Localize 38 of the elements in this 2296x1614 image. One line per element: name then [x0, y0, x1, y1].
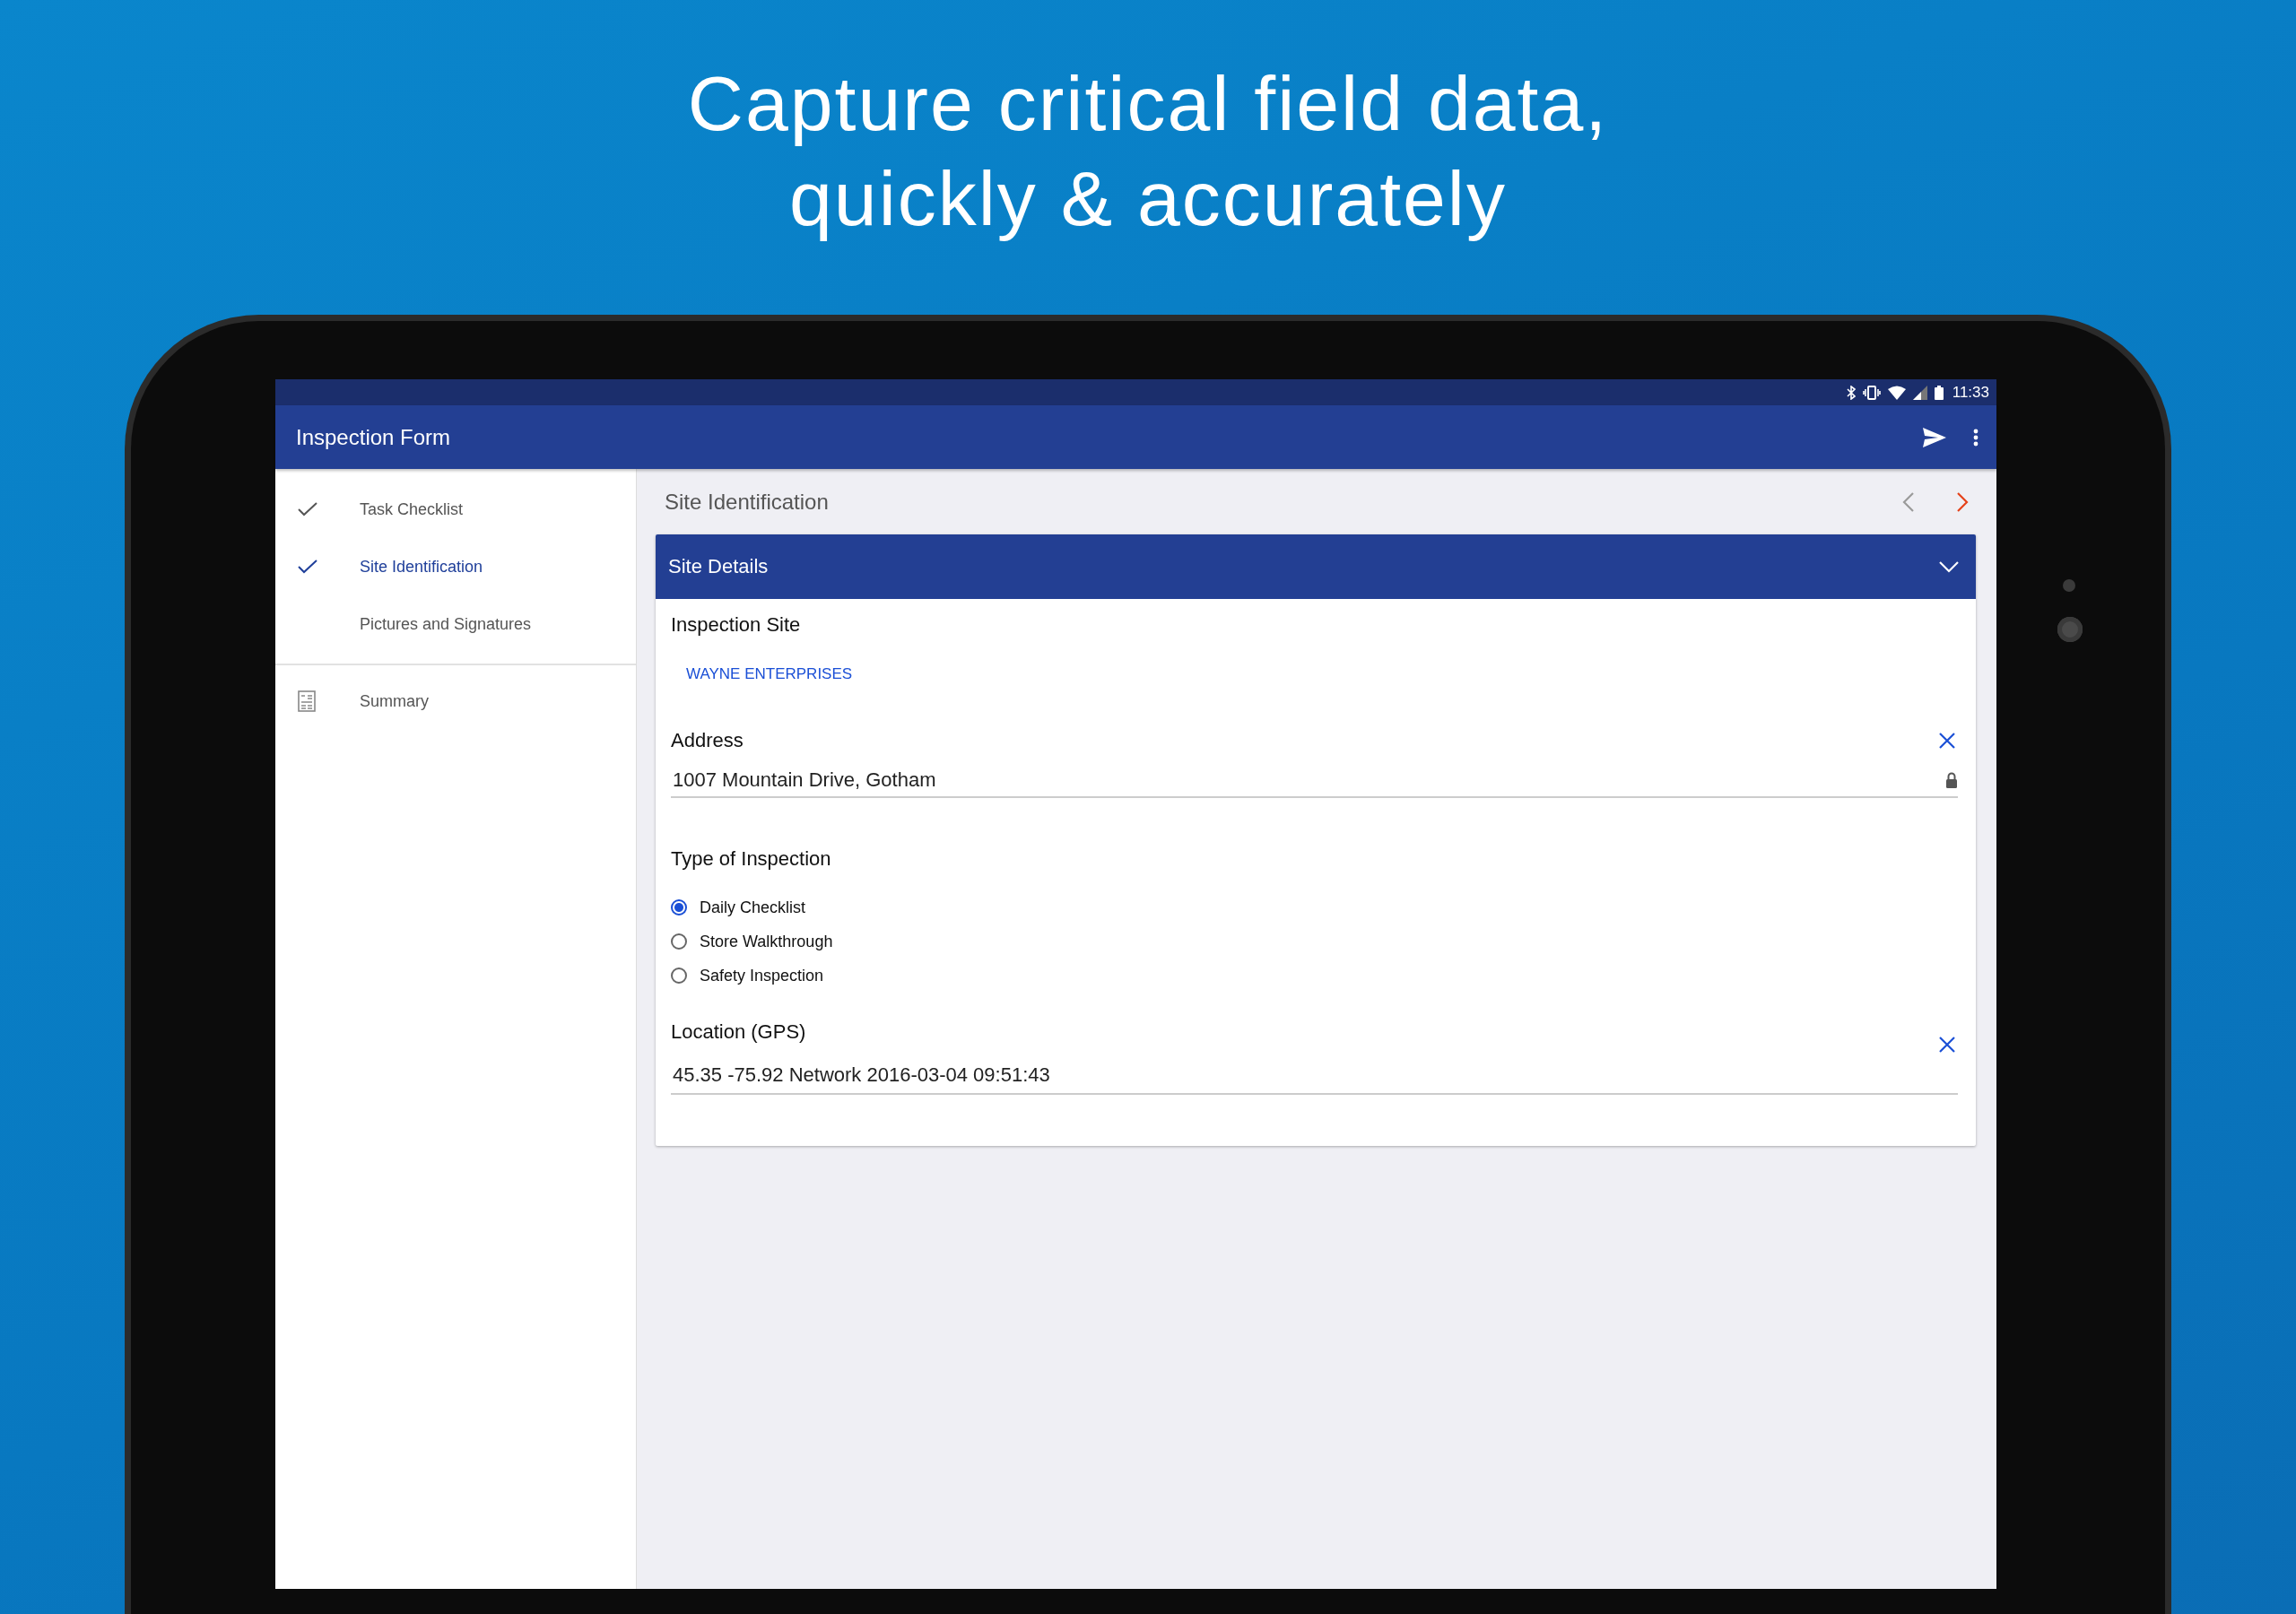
radio-label: Daily Checklist [700, 898, 806, 917]
more-options-icon [1973, 428, 1979, 447]
summary-item[interactable]: Summary [275, 672, 636, 730]
status-time: 11:33 [1952, 383, 1989, 402]
close-icon [1938, 732, 1956, 750]
field-label: Inspection Site [671, 612, 802, 638]
toolbar-title: Inspection Form [296, 424, 452, 450]
radio-button[interactable] [671, 933, 687, 950]
text-field[interactable]: 45.35 -75.92 Network 2016-03-04 09:51:43 [671, 1062, 1958, 1095]
step-item[interactable]: Pictures and Signatures [275, 595, 636, 653]
inspection-site-link[interactable]: WAYNE ENTERPRISES [686, 665, 853, 682]
field-label: Type of Inspection [671, 846, 832, 872]
field-label: Location (GPS) [671, 1020, 807, 1045]
section-title: Site Details [668, 555, 770, 578]
field-label: Address [671, 728, 744, 753]
radio-label: Safety Inspection [700, 966, 824, 985]
summary-icon [298, 690, 316, 712]
lock-icon [1945, 772, 1958, 788]
battery-icon [1934, 385, 1944, 400]
chevron-right-icon [1956, 491, 1969, 512]
chevron-left-icon [1902, 491, 1915, 512]
camera-lens [2057, 617, 2083, 642]
signal-icon [1912, 385, 1927, 400]
step-item[interactable]: Site Identification [275, 538, 636, 595]
wifi-icon [1887, 385, 1906, 400]
text-field[interactable]: 1007 Mountain Drive, Gotham [671, 767, 1958, 798]
radio-button[interactable] [671, 968, 687, 984]
camera-dot [2063, 579, 2075, 592]
vibrate-icon [1862, 385, 1881, 400]
page-title: Site Identification [664, 489, 830, 515]
radio-button[interactable] [671, 899, 687, 915]
headline: Capture critical field data, quickly & accurately [686, 59, 1610, 243]
step-item[interactable]: Task Checklist [275, 481, 636, 538]
bluetooth-icon [1846, 385, 1856, 400]
close-icon [1938, 1036, 1956, 1054]
send-icon [1923, 427, 1946, 447]
radio-label: Store Walkthrough [700, 932, 833, 951]
section-header[interactable]: Site Details [656, 534, 1976, 599]
